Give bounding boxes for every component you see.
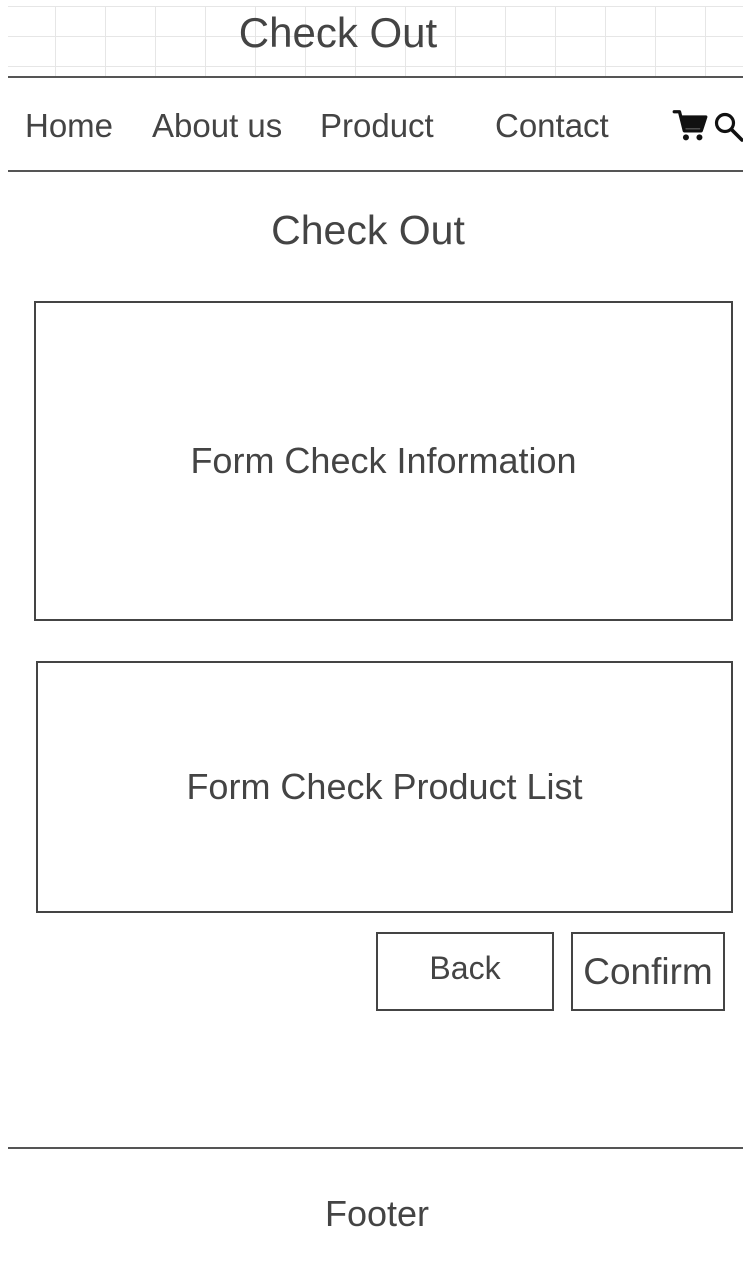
confirm-button[interactable]: Confirm [571,932,725,1011]
site-title: Check Out [238,9,438,56]
search-icon[interactable] [712,110,743,142]
page-title: Check Out [271,207,465,253]
nav-item-contact[interactable]: Contact [495,100,609,152]
form-check-product-list[interactable]: Form Check Product List [36,661,733,913]
form-check-product-list-label: Form Check Product List [186,766,583,807]
form-check-information-label: Form Check Information [190,440,577,481]
back-button[interactable]: Back [376,932,554,1011]
cart-icon[interactable] [672,108,708,144]
nav-item-about-us[interactable]: About us [152,100,282,152]
form-check-information[interactable]: Form Check Information [34,301,733,621]
nav-item-home[interactable]: Home [25,100,113,152]
nav-item-product[interactable]: Product [320,100,434,152]
nav-divider [8,170,743,172]
footer: Footer [324,1193,430,1234]
confirm-button-label: Confirm [583,950,713,992]
footer-divider [8,1147,743,1149]
back-button-label: Back [429,950,501,986]
